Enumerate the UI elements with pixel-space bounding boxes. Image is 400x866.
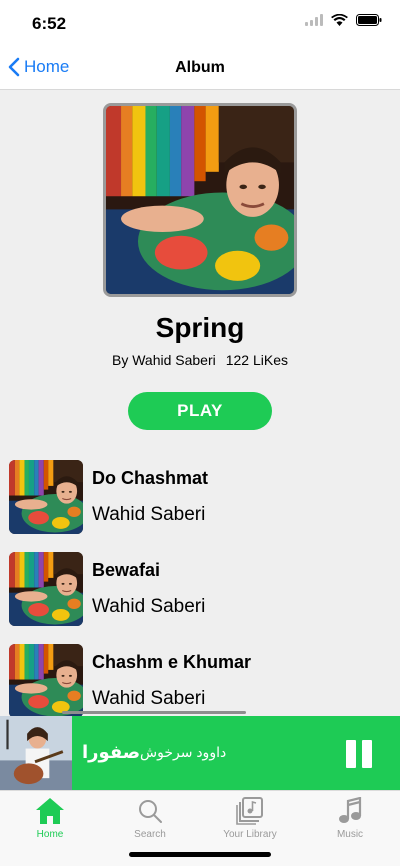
- scrollbar[interactable]: [62, 711, 246, 714]
- tab-home-label: Home: [36, 829, 64, 840]
- tab-your-library-label: Your Library: [223, 829, 277, 840]
- track-artist: Wahid Saberi: [92, 596, 206, 617]
- tab-home[interactable]: Home: [0, 797, 100, 845]
- now-playing-title: صفورا: [82, 742, 141, 762]
- tab-music-label: Music: [336, 829, 364, 840]
- wifi-icon: [331, 14, 348, 26]
- tab-your-library[interactable]: Your Library: [200, 797, 300, 845]
- track-title: Bewafai: [92, 560, 161, 580]
- album-title: Spring: [155, 312, 245, 343]
- track-thumbnail: [9, 552, 83, 626]
- battery-icon: [356, 14, 382, 26]
- search-icon: [139, 800, 162, 823]
- pause-button[interactable]: [346, 740, 374, 768]
- album-cover: [103, 103, 297, 297]
- pause-icon: [362, 740, 372, 768]
- tab-search-label: Search: [134, 829, 166, 840]
- pause-icon: [346, 740, 356, 768]
- now-playing-artist: داوود سرخوش: [140, 744, 227, 760]
- album-likes: 122 LiKes: [225, 352, 289, 368]
- home-icon: [36, 798, 64, 824]
- status-bar: 6:52: [0, 0, 400, 46]
- album-meta: By Wahid Saberi 122 LiKes: [0, 352, 400, 368]
- status-icons: [305, 14, 382, 26]
- track-thumbnail: [9, 644, 83, 718]
- track-artist: Wahid Saberi: [92, 504, 206, 525]
- page-title: Album: [175, 59, 225, 76]
- now-playing-thumbnail: [0, 716, 72, 790]
- track-thumbnail: [9, 460, 83, 534]
- track-row[interactable]: Do Chashmat Wahid Saberi: [0, 460, 400, 540]
- track-title: Chashm e Khumar: [92, 652, 252, 672]
- status-time: 6:52: [32, 14, 67, 33]
- tab-music[interactable]: Music: [300, 797, 400, 845]
- navigation-bar: Home Album: [0, 46, 400, 90]
- mini-player[interactable]: صفورا داوود سرخوش: [0, 716, 400, 790]
- album-artist: By Wahid Saberi: [111, 352, 216, 368]
- library-icon: [236, 797, 263, 825]
- music-note-icon: [339, 797, 362, 823]
- play-button[interactable]: PLAY: [128, 392, 272, 430]
- home-indicator: [129, 852, 271, 857]
- tab-search[interactable]: Search: [100, 797, 200, 845]
- cellular-signal-icon: [305, 14, 323, 26]
- track-artist: Wahid Saberi: [92, 688, 206, 709]
- track-title: Do Chashmat: [92, 468, 209, 488]
- track-row[interactable]: Bewafai Wahid Saberi: [0, 552, 400, 632]
